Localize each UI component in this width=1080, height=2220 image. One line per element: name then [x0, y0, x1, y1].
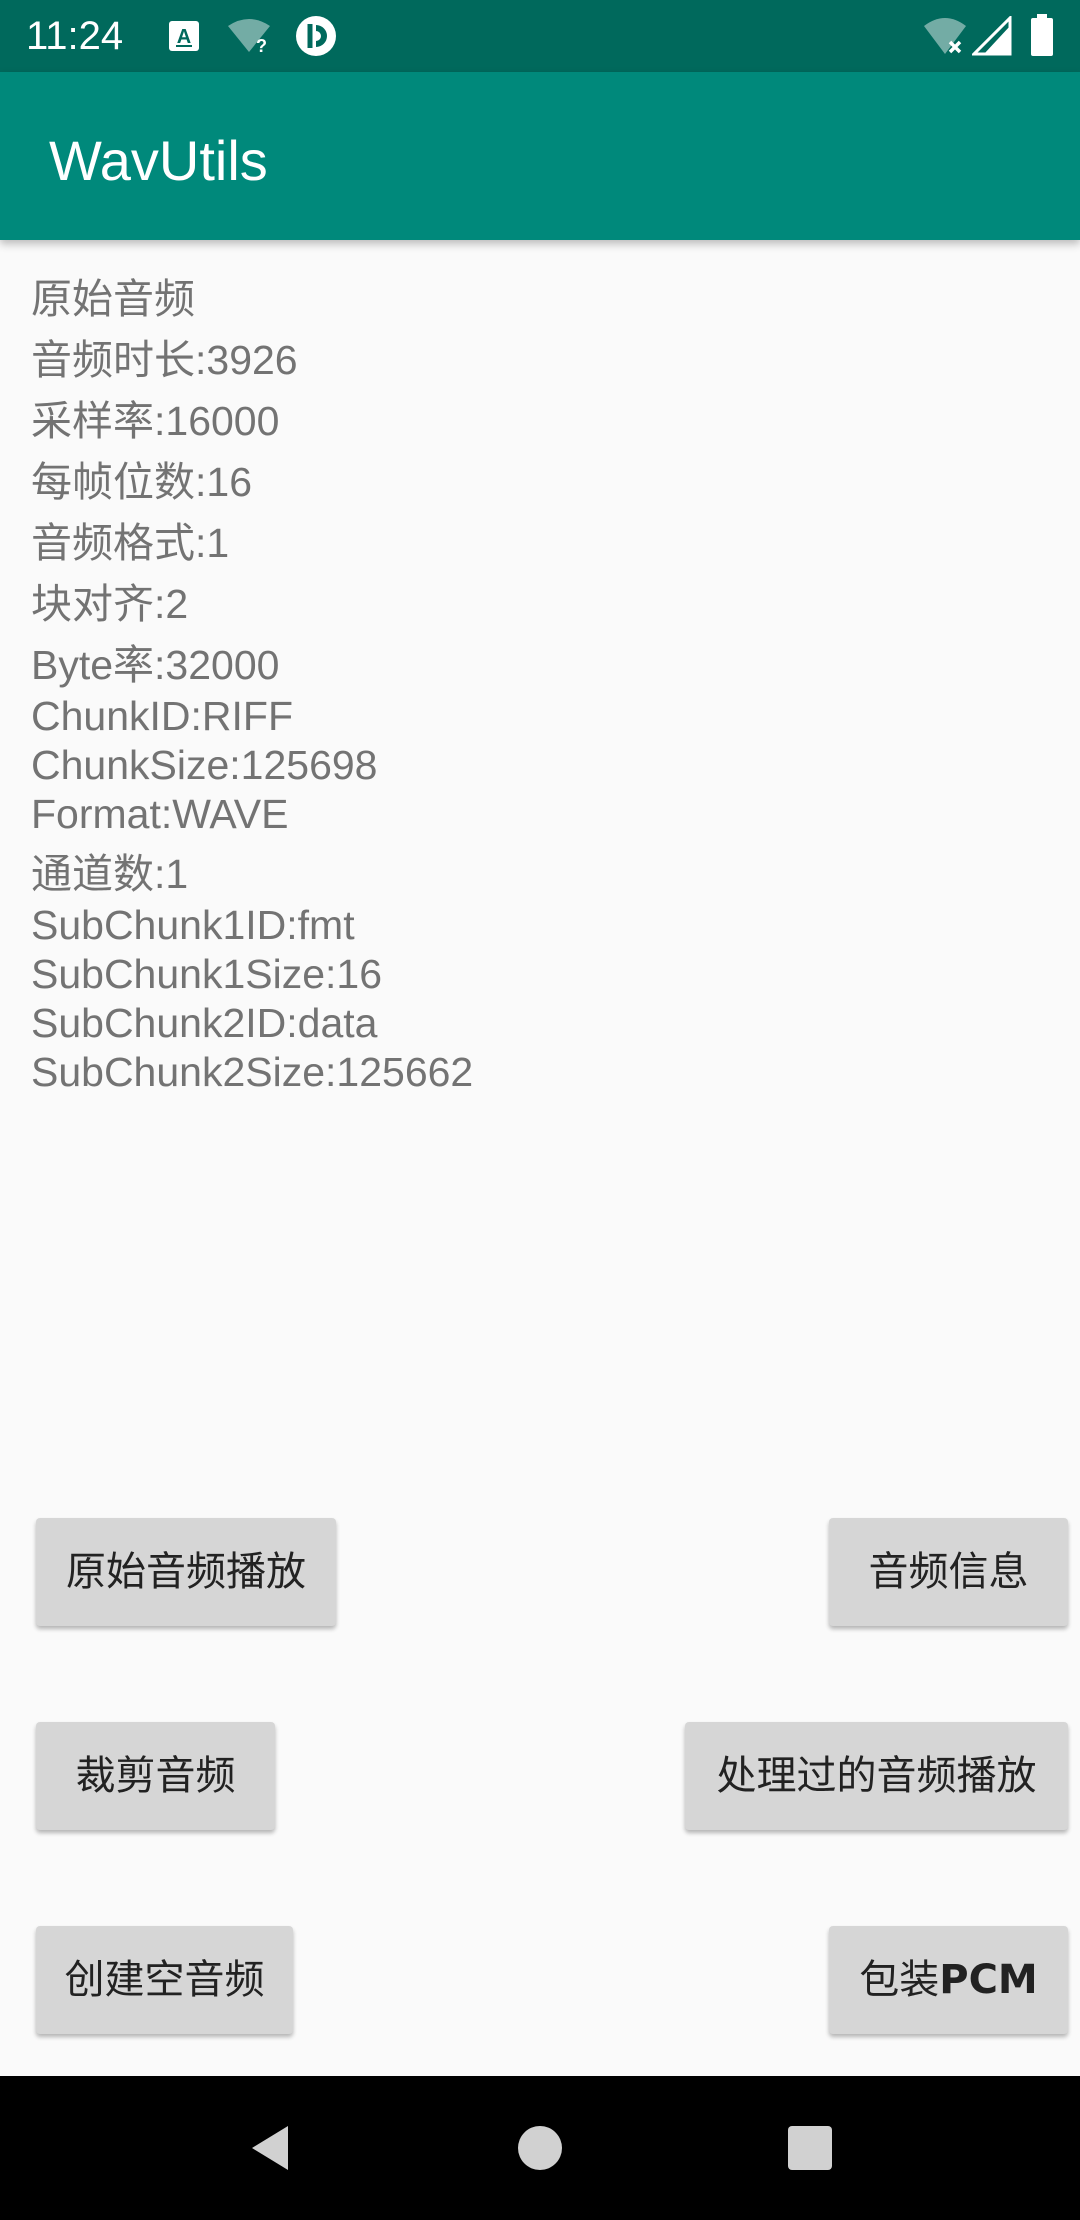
home-icon[interactable]: [504, 2112, 576, 2184]
svg-text:?: ?: [256, 36, 267, 54]
circle-app-icon: [294, 14, 338, 62]
status-time: 11:24: [26, 14, 124, 58]
recents-icon[interactable]: [774, 2112, 846, 2184]
info-subchunk2-size: SubChunk2Size:125662: [31, 1049, 474, 1095]
create-empty-audio-button[interactable]: 创建空音频: [36, 1926, 293, 2034]
trim-audio-button[interactable]: 裁剪音频: [36, 1722, 275, 1830]
navigation-bar: [0, 2076, 1080, 2220]
info-audio-format: 音频格式:1: [31, 520, 230, 566]
info-chunk-id: ChunkID:RIFF: [31, 693, 293, 739]
wifi-x-icon: [922, 16, 968, 60]
info-format: Format:WAVE: [31, 791, 289, 837]
play-original-label: 原始音频播放: [66, 1549, 306, 1595]
wifi-question-icon: ?: [226, 18, 272, 58]
info-bits-per-sample: 每帧位数:16: [31, 459, 252, 505]
back-icon[interactable]: [234, 2112, 306, 2184]
trim-audio-label: 裁剪音频: [75, 1753, 236, 1799]
info-subchunk1-id: SubChunk1ID:fmt: [31, 902, 355, 948]
info-sample-rate: 采样率:16000: [31, 398, 280, 444]
info-subchunk2-id: SubChunk2ID:data: [31, 1000, 378, 1046]
app-bar: WavUtils: [0, 72, 1080, 240]
info-subchunk1-size: SubChunk1Size:16: [31, 951, 383, 997]
app-title: WavUtils: [49, 129, 268, 192]
info-block-align: 块对齐:2: [31, 581, 189, 627]
keyboard-a-icon: A: [168, 20, 200, 56]
battery-icon: [1030, 14, 1054, 60]
info-duration: 音频时长:3926: [31, 337, 298, 383]
audio-info-button[interactable]: 音频信息: [829, 1518, 1068, 1626]
info-channels: 通道数:1: [31, 851, 189, 897]
wrap-pcm-label-suffix: PCM: [939, 1957, 1038, 2003]
wrap-pcm-label-prefix: 包装: [859, 1957, 940, 2003]
info-byte-rate: Byte率:32000: [31, 642, 280, 688]
svg-text:A: A: [177, 26, 191, 48]
info-header: 原始音频: [31, 276, 195, 322]
wrap-pcm-button[interactable]: 包装PCM: [829, 1926, 1068, 2034]
create-empty-audio-label: 创建空音频: [64, 1957, 265, 2003]
play-processed-label: 处理过的音频播放: [716, 1753, 1037, 1799]
play-original-button[interactable]: 原始音频播放: [36, 1518, 336, 1626]
status-bar: 11:24 A ?: [0, 0, 1080, 72]
audio-info-label: 音频信息: [868, 1549, 1029, 1595]
info-chunk-size: ChunkSize:125698: [31, 742, 378, 788]
screen: 11:24 A ? WavUtils 原始音频 音频时长:3926 采样率:16…: [0, 0, 1080, 2220]
signal-icon: [970, 14, 1012, 60]
play-processed-button[interactable]: 处理过的音频播放: [685, 1722, 1068, 1830]
